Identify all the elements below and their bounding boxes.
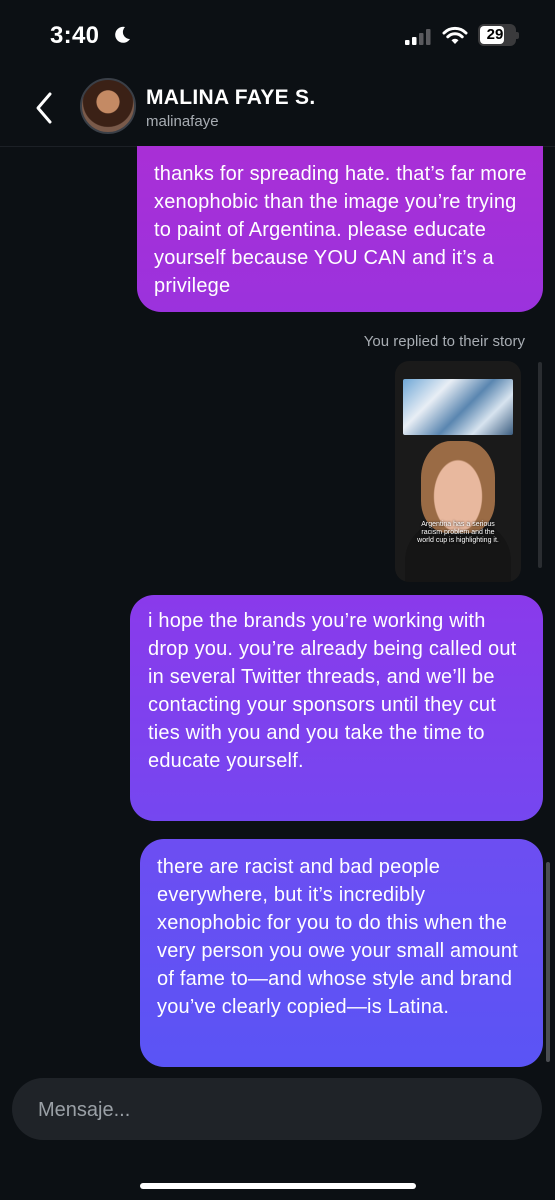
scrollbar[interactable] xyxy=(546,862,550,1062)
story-preview[interactable]: Argentina has a serious racism problem a… xyxy=(395,361,521,582)
status-time: 3:40 xyxy=(50,22,100,49)
avatar[interactable] xyxy=(80,78,136,134)
message-composer[interactable] xyxy=(12,1078,542,1142)
story-face xyxy=(421,441,495,533)
message-bubble[interactable]: there are racist and bad people everywhe… xyxy=(140,839,543,1067)
story-scroll-indicator xyxy=(538,362,542,568)
contact-name[interactable]: MALINA FAYE S. xyxy=(146,86,316,110)
battery-icon: 29 xyxy=(478,24,519,46)
wifi-icon xyxy=(442,26,468,44)
moon-icon xyxy=(115,26,130,43)
story-photo xyxy=(403,379,513,435)
contact-handle[interactable]: malinafaye xyxy=(146,113,219,130)
story-reply-note: You replied to their story xyxy=(363,333,525,350)
battery-percentage: 29 xyxy=(486,26,504,43)
message-bubble[interactable]: i hope the brands you’re working with dr… xyxy=(130,595,543,821)
chat-header: MALINA FAYE S. malinafaye xyxy=(0,70,555,147)
home-indicator xyxy=(140,1183,416,1189)
status-bar: 3:40 29 xyxy=(0,0,555,70)
cellular-signal-icon xyxy=(405,29,431,45)
back-chevron-icon[interactable] xyxy=(30,90,60,126)
message-bubble[interactable]: thanks for spreading hate. that’s far mo… xyxy=(137,146,543,312)
story-caption: Argentina has a serious racism problem a… xyxy=(417,521,499,544)
message-input[interactable] xyxy=(36,1078,520,1142)
